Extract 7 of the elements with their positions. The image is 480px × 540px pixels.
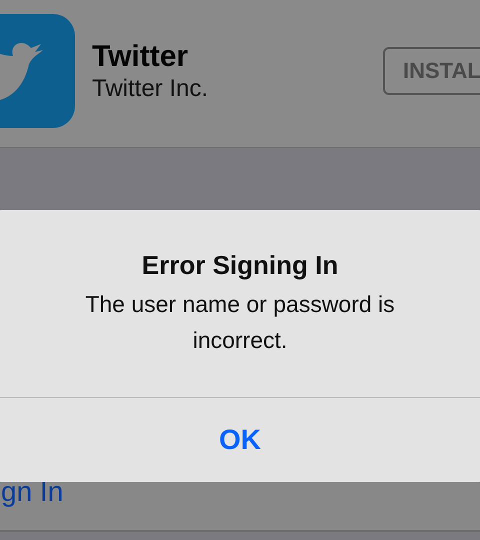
developer-name: Twitter Inc. — [92, 74, 210, 104]
install-button[interactable]: INSTAL — [383, 47, 480, 95]
alert-message: The user name or password is incorrect. — [84, 290, 396, 355]
ok-button[interactable]: OK — [209, 398, 271, 482]
bird-app-icon[interactable] — [0, 14, 75, 128]
alert-title: Error Signing In — [142, 249, 338, 282]
app-name: Twitter — [92, 40, 190, 74]
